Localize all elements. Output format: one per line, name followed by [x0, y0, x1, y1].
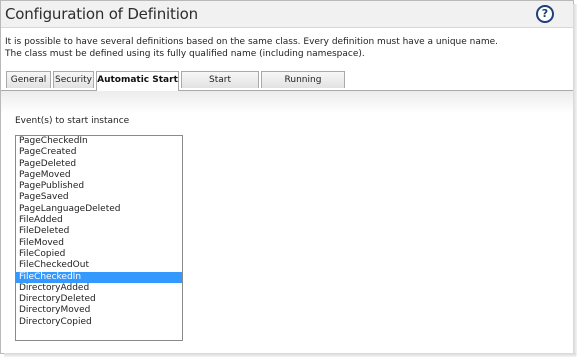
tab-security[interactable]: Security: [53, 71, 94, 88]
events-listbox[interactable]: PageCheckedIn PageCreated PageDeleted Pa…: [15, 135, 183, 341]
tab-start-parameters[interactable]: Start Parameters: [181, 71, 259, 102]
list-item[interactable]: PageCheckedIn: [16, 136, 182, 147]
list-item[interactable]: PageCreated: [16, 147, 182, 158]
list-item[interactable]: FileDeleted: [16, 226, 182, 237]
list-item[interactable]: PageDeleted: [16, 159, 182, 170]
description: It is possible to have several definitio…: [5, 36, 565, 60]
definition-config-window: Configuration of Definition ? It is poss…: [0, 0, 574, 354]
list-item[interactable]: PageMoved: [16, 170, 182, 181]
list-item[interactable]: FileAdded: [16, 215, 182, 226]
list-item-selected[interactable]: FileCheckedIn: [16, 271, 182, 283]
list-item[interactable]: FileCopied: [16, 249, 182, 260]
list-item[interactable]: DirectoryDeleted: [16, 294, 182, 305]
list-item[interactable]: FileMoved: [16, 238, 182, 249]
tab-general[interactable]: General: [6, 71, 51, 88]
description-line-1: It is possible to have several definitio…: [5, 37, 499, 47]
tab-running-instances[interactable]: Running Instances: [261, 71, 345, 102]
page-title: Configuration of Definition: [5, 5, 198, 23]
window-shadow-right: [573, 4, 577, 356]
list-item[interactable]: DirectoryCopied: [16, 317, 182, 328]
list-item[interactable]: DirectoryAdded: [16, 283, 182, 294]
window-shadow-bottom: [4, 353, 576, 357]
events-label: Event(s) to start instance: [15, 116, 130, 126]
help-icon[interactable]: ?: [536, 5, 554, 23]
list-item[interactable]: DirectoryMoved: [16, 305, 182, 316]
tab-automatic-start[interactable]: Automatic Start: [96, 71, 179, 91]
page-header: Configuration of Definition ?: [1, 1, 573, 28]
description-line-2: The class must be defined using its full…: [5, 49, 365, 59]
tab-bar: General Security Automatic Start Start P…: [1, 71, 573, 102]
list-item[interactable]: PageSaved: [16, 192, 182, 203]
list-item[interactable]: PageLanguageDeleted: [16, 204, 182, 215]
list-item[interactable]: FileCheckedOut: [16, 260, 182, 271]
list-item[interactable]: PagePublished: [16, 181, 182, 192]
